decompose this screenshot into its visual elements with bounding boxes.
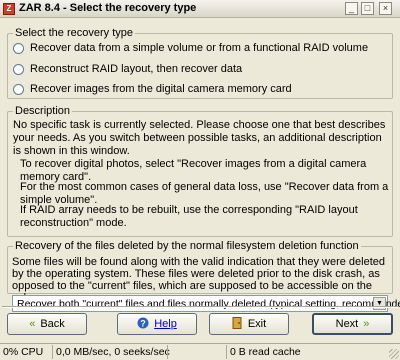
- next-button[interactable]: Next »: [312, 313, 393, 335]
- radio-button[interactable]: [13, 63, 24, 75]
- footer-divider: [2, 306, 398, 308]
- deleted-files-label: Recovery of the files deleted by the nor…: [13, 240, 361, 252]
- description-group: Description No specific task is currentl…: [7, 105, 393, 237]
- title-bar[interactable]: Z ZAR 8.4 - Select the recovery type _ □…: [0, 0, 400, 18]
- radio-simple-volume-label[interactable]: Recover data from a simple volume or fro…: [30, 42, 368, 54]
- close-button[interactable]: ×: [379, 2, 392, 15]
- deleted-files-selected-value[interactable]: Recover both "current" files and files n…: [17, 298, 400, 310]
- exit-door-icon: [232, 316, 243, 332]
- resize-grip[interactable]: [389, 349, 399, 359]
- exit-button-label: Exit: [247, 318, 267, 330]
- help-button[interactable]: ? Help: [117, 313, 197, 335]
- radio-reconstruct-raid-label[interactable]: Reconstruct RAID layout, then recover da…: [30, 63, 242, 75]
- description-hint-raid: If RAID array needs to be rebuilt, use t…: [20, 204, 358, 229]
- radio-button[interactable]: [13, 83, 24, 95]
- help-icon: ?: [137, 317, 149, 332]
- back-button[interactable]: « Back: [7, 313, 87, 335]
- minimize-button[interactable]: _: [345, 2, 358, 15]
- back-arrow-icon: «: [29, 317, 36, 330]
- radio-button[interactable]: [13, 42, 24, 54]
- radio-camera-images-label[interactable]: Recover images from the digital camera m…: [30, 83, 292, 95]
- status-bar: 0% CPU 0,0 MB/sec, 0 seeks/sec 0 B read …: [0, 343, 400, 360]
- maximize-button[interactable]: □: [361, 2, 374, 15]
- next-button-label: Next: [335, 318, 359, 330]
- status-io: 0,0 MB/sec, 0 seeks/sec: [52, 345, 170, 359]
- status-cpu: 0% CPU: [3, 346, 44, 358]
- exit-button[interactable]: Exit: [209, 313, 289, 335]
- window-title: ZAR 8.4 - Select the recovery type: [19, 2, 197, 14]
- svg-text:?: ?: [140, 318, 146, 328]
- next-arrow-icon: »: [363, 317, 370, 330]
- back-button-label: Back: [40, 318, 65, 330]
- radio-reconstruct-raid[interactable]: Reconstruct RAID layout, then recover da…: [13, 63, 242, 77]
- radio-simple-volume[interactable]: Recover data from a simple volume or fro…: [13, 42, 368, 56]
- description-label: Description: [13, 105, 73, 117]
- description-intro: No specific task is currently selected. …: [13, 119, 386, 157]
- status-cache: 0 B read cache: [226, 345, 386, 359]
- app-icon: Z: [3, 3, 15, 15]
- help-button-label: Help: [154, 318, 177, 330]
- chevron-down-icon[interactable]: ▼: [373, 297, 386, 310]
- recovery-type-label: Select the recovery type: [13, 27, 136, 39]
- deleted-files-dropdown[interactable]: Recover both "current" files and files n…: [12, 295, 400, 312]
- radio-camera-images[interactable]: Recover images from the digital camera m…: [13, 83, 292, 97]
- recovery-type-group: Select the recovery type Recover data fr…: [7, 27, 393, 99]
- status-blank: [167, 345, 226, 359]
